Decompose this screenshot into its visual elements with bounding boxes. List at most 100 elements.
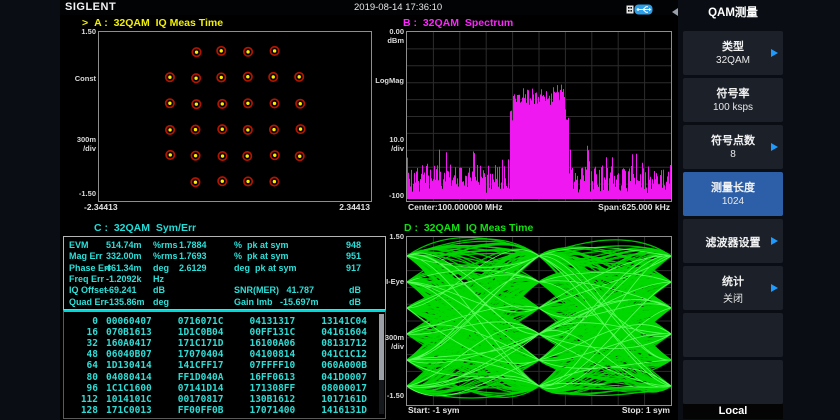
submenu-arrow-icon <box>771 237 778 245</box>
hex-group: 041D0007 <box>321 372 367 383</box>
hex-row: 128171C0013FF00FF0B170714001416131D <box>64 405 385 416</box>
menu-item-symbol-points[interactable]: 符号点数8 <box>683 125 783 169</box>
hex-group: 07141D14 <box>178 383 224 394</box>
hex-row-index: 128 <box>64 405 98 416</box>
hex-group: 04080414 <box>106 372 152 383</box>
hex-group: FF1D040A <box>178 372 224 383</box>
local-button[interactable]: Local <box>683 404 783 419</box>
meas-cell: -135.86m <box>106 297 152 307</box>
window-a-title-text: A : 32QAM IQ Meas Time <box>94 17 223 29</box>
hex-group: 171308FF <box>249 383 295 394</box>
menu-sidebar: QAM测量 类型32QAM符号率100 ksps符号点数8测量长度1024滤波器… <box>678 0 840 420</box>
hex-group: 16FF0613 <box>249 372 295 383</box>
menu-item-label: 测量长度 <box>683 179 783 195</box>
meas-cell: %rms <box>153 251 179 261</box>
spectrum-plot[interactable] <box>406 31 672 202</box>
hex-group: 0716071C <box>178 316 224 327</box>
hex-group: 1C1C1600 <box>106 383 152 394</box>
submenu-arrow-icon <box>771 143 778 151</box>
hex-row: 80 04080414 FF1D040A 16FF0613 041D0007 <box>64 372 385 383</box>
menu-item-label: 滤波器设置 <box>683 234 783 250</box>
menu-item-empty-1[interactable] <box>683 313 783 357</box>
meas-cell: deg <box>153 263 179 273</box>
b-y-unit-label: dBm <box>360 36 404 45</box>
menu-item-symbol-rate[interactable]: 符号率100 ksps <box>683 78 783 122</box>
b-ydiv-label: 10.0 <box>360 135 404 144</box>
menu-item-value: 100 ksps <box>683 102 783 113</box>
d-stop-label: Stop: 1 sym <box>490 405 670 415</box>
hex-group: 00060407 <box>106 316 152 327</box>
hex-row-index: 112 <box>64 394 98 405</box>
meas-cell: Freq Err <box>69 274 107 284</box>
hex-row-index: 32 <box>64 338 98 349</box>
hex-group: 141CFF17 <box>178 360 224 371</box>
meas-cell: 2.6129 <box>179 263 233 273</box>
top-bar: SIGLENT 2019-08-14 17:36:10 <box>60 0 678 15</box>
menu-item-value: 32QAM <box>683 55 783 66</box>
hex-row: 0000604070716071C0413131713141C04 <box>64 316 385 327</box>
menu-item-empty-2[interactable] <box>683 360 783 404</box>
a-ydiv-unit-label: /div <box>62 144 96 153</box>
hex-group: 04131317 <box>249 316 295 327</box>
meas-cell: dB <box>314 297 361 307</box>
eye-diagram-plot[interactable] <box>406 236 672 406</box>
meas-cell: 951 <box>314 251 361 261</box>
menu-item-type[interactable]: 类型32QAM <box>683 31 783 75</box>
symbol-hex-table[interactable]: 0000604070716071C0413131713141C0416070B1… <box>63 310 386 419</box>
meas-cell: Mag Err <box>69 251 107 261</box>
hex-group: 13141C04 <box>321 316 367 327</box>
menu-item-filter-settings[interactable]: 滤波器设置 <box>683 219 783 263</box>
meas-cell: Phase Err <box>69 263 107 273</box>
meas-cell: 461.34m <box>106 263 152 273</box>
hex-group: 060A000B <box>321 360 367 371</box>
hex-row: 961C1C160007141D14171308FF08000017 <box>64 383 385 394</box>
d-trace-label: I-Eye <box>360 277 404 286</box>
hex-group: 171C0013 <box>106 405 152 416</box>
d-start-label: Start: -1 sym <box>408 405 460 415</box>
menu-item-meas-length[interactable]: 测量长度1024 <box>683 172 783 216</box>
meas-cell: dB <box>153 285 179 295</box>
a-y-max-label: 1.50 <box>62 27 96 36</box>
d-y-min-label: -1.50 <box>360 391 404 400</box>
b-trace-label: LogMag <box>360 76 404 85</box>
hex-row-index: 96 <box>64 383 98 394</box>
hex-group: 1D1C0B04 <box>178 327 224 338</box>
hex-group: 00170817 <box>178 394 224 405</box>
hex-group: 171C171D <box>178 338 224 349</box>
b-y-max-label: 0.00 <box>360 27 404 36</box>
meas-cell: 1.7884 <box>179 240 233 250</box>
usb-icon <box>626 2 654 13</box>
menu-item-value: 1024 <box>683 196 783 207</box>
meas-cell: -69.241 <box>106 285 152 295</box>
hex-group: 04100814 <box>249 349 295 360</box>
hex-group: 1D130414 <box>106 360 152 371</box>
hex-row: 1121014101C00170817130B16121017161D <box>64 394 385 405</box>
hex-group: 00FF131C <box>249 327 295 338</box>
hex-group: 17070404 <box>178 349 224 360</box>
constellation-plot[interactable] <box>98 31 372 202</box>
meas-cell: dB <box>314 285 361 295</box>
hex-group: 1416131D <box>321 405 367 416</box>
meas-cell: 332.00m <box>106 251 152 261</box>
window-a-title: >A : 32QAM IQ Meas Time <box>82 17 223 29</box>
hex-row-index: 80 <box>64 372 98 383</box>
meas-cell: EVM <box>69 240 107 250</box>
hex-group: FF00FF0B <box>178 405 224 416</box>
b-y-min-label: -100 <box>360 191 404 200</box>
d-ydiv-unit-label: /div <box>360 342 404 351</box>
meas-cell: Quad Err <box>69 297 107 307</box>
submenu-arrow-icon <box>771 284 778 292</box>
submenu-arrow-icon <box>771 49 778 57</box>
meas-cell: -1.2092k <box>106 274 152 284</box>
menu-item-label: 符号点数 <box>683 132 783 148</box>
b-ydiv-unit-label: /div <box>360 144 404 153</box>
display-area: SIGLENT 2019-08-14 17:36:10 >A : 32QAM I… <box>60 0 678 420</box>
hex-group: 1014101C <box>106 394 152 405</box>
window-b-title: B : 32QAM Spectrum <box>403 17 513 29</box>
hex-group: 160A0417 <box>106 338 152 349</box>
datetime-label: 2019-08-14 17:36:10 <box>354 2 442 13</box>
meas-cell: 514.74m <box>106 240 152 250</box>
a-x-min-label: -2.34413 <box>84 202 118 212</box>
hex-group: 06040B07 <box>106 349 152 360</box>
menu-item-statistics[interactable]: 统计关闭 <box>683 266 783 310</box>
